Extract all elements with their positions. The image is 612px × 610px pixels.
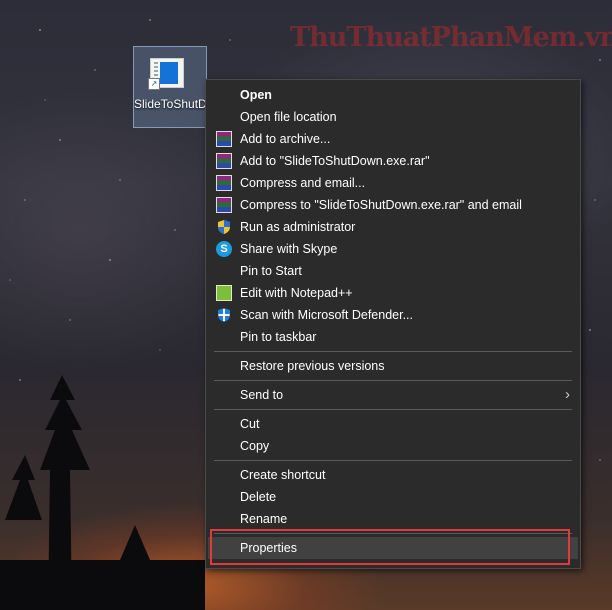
menu-item-edit-npp[interactable]: Edit with Notepad++ bbox=[208, 282, 578, 304]
menu-separator bbox=[214, 351, 572, 352]
desktop-icon-label: SlideToShutDown.exe bbox=[134, 97, 208, 111]
menu-item-run-as-admin[interactable]: Run as administrator bbox=[208, 216, 578, 238]
menu-item-pin-taskbar[interactable]: Pin to taskbar bbox=[208, 326, 578, 348]
watermark: ThuThuatPhanMem.vn bbox=[290, 22, 612, 53]
menu-item-copy[interactable]: Copy bbox=[208, 435, 578, 457]
winrar-icon bbox=[216, 197, 232, 213]
winrar-icon bbox=[216, 175, 232, 191]
context-menu: Open Open file location Add to archive..… bbox=[205, 79, 581, 569]
menu-item-pin-start[interactable]: Pin to Start bbox=[208, 260, 578, 282]
winrar-icon bbox=[216, 131, 232, 147]
menu-item-open-file-location[interactable]: Open file location bbox=[208, 106, 578, 128]
winrar-icon bbox=[216, 153, 232, 169]
tree-silhouette bbox=[0, 375, 205, 610]
skype-icon: S bbox=[216, 241, 232, 257]
menu-item-add-to-rar[interactable]: Add to "SlideToShutDown.exe.rar" bbox=[208, 150, 578, 172]
menu-item-add-to-archive[interactable]: Add to archive... bbox=[208, 128, 578, 150]
menu-item-cut[interactable]: Cut bbox=[208, 413, 578, 435]
desktop-file-icon[interactable]: ↗ SlideToShutDown.exe bbox=[133, 46, 208, 128]
menu-item-share-skype[interactable]: S Share with Skype bbox=[208, 238, 578, 260]
menu-item-compress-rar-email[interactable]: Compress to "SlideToShutDown.exe.rar" an… bbox=[208, 194, 578, 216]
menu-separator bbox=[214, 533, 572, 534]
menu-item-send-to[interactable]: Send to › bbox=[208, 384, 578, 406]
menu-separator bbox=[214, 380, 572, 381]
menu-item-rename[interactable]: Rename bbox=[208, 508, 578, 530]
menu-item-compress-email[interactable]: Compress and email... bbox=[208, 172, 578, 194]
defender-shield-icon bbox=[218, 308, 230, 322]
menu-item-create-shortcut[interactable]: Create shortcut bbox=[208, 464, 578, 486]
menu-item-properties[interactable]: Properties bbox=[208, 537, 578, 559]
menu-separator bbox=[214, 460, 572, 461]
menu-item-restore-versions[interactable]: Restore previous versions bbox=[208, 355, 578, 377]
menu-item-open[interactable]: Open bbox=[208, 84, 578, 106]
uac-shield-icon bbox=[218, 220, 230, 234]
chevron-right-icon: › bbox=[565, 386, 570, 403]
menu-item-delete[interactable]: Delete bbox=[208, 486, 578, 508]
shortcut-arrow-icon: ↗ bbox=[148, 78, 160, 90]
menu-separator bbox=[214, 409, 572, 410]
notepad-plus-plus-icon bbox=[216, 285, 232, 301]
menu-item-scan-defender[interactable]: Scan with Microsoft Defender... bbox=[208, 304, 578, 326]
